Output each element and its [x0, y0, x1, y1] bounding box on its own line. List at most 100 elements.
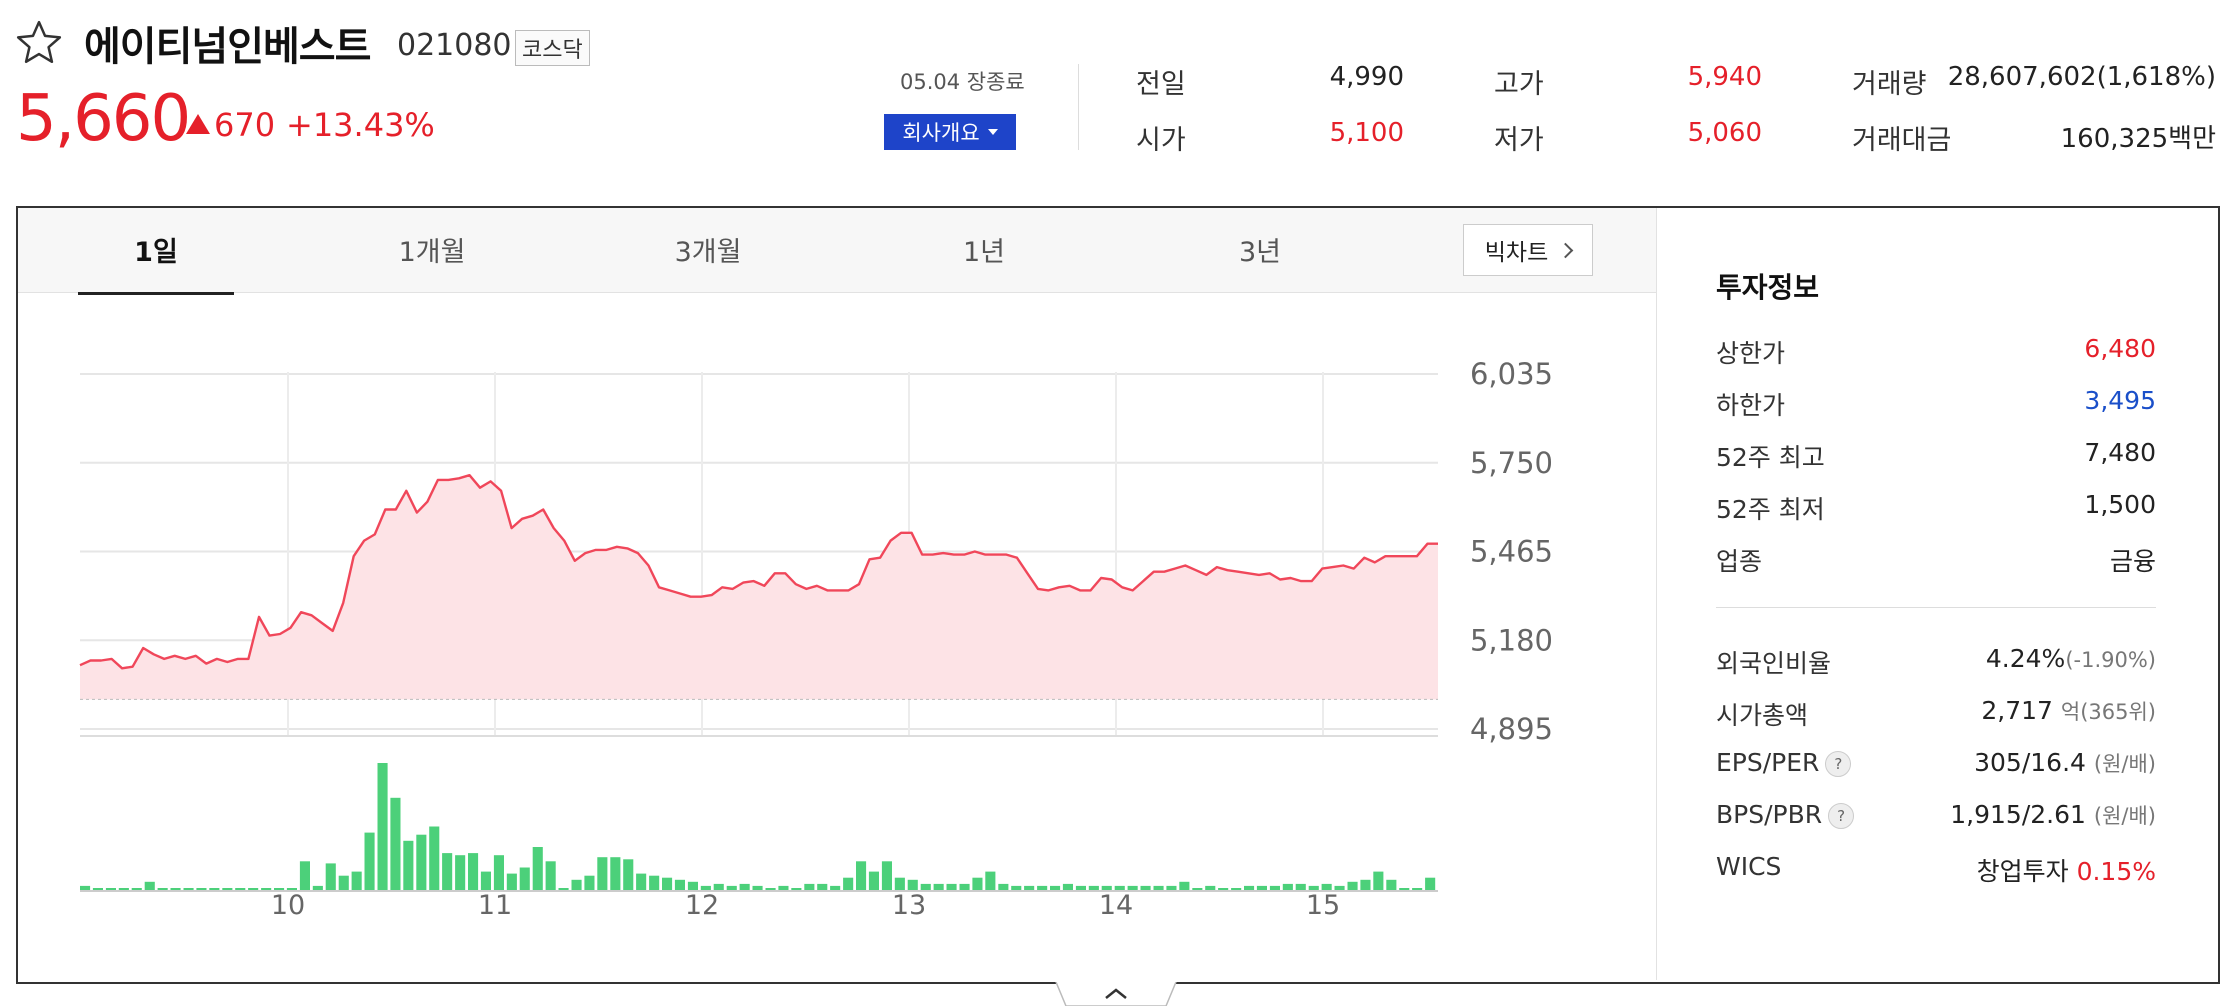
- volume-bar: [584, 875, 595, 890]
- volume-bar: [80, 885, 91, 890]
- volume-bar: [118, 888, 129, 890]
- tab-1day[interactable]: 1일: [81, 230, 231, 269]
- volume-bar: [894, 877, 905, 890]
- panel-divider: [1656, 208, 1657, 980]
- volume-bar: [1011, 885, 1022, 890]
- volume-bar: [325, 863, 336, 890]
- volume-bar: [312, 885, 323, 890]
- volume-bar: [248, 888, 259, 890]
- caret-down-icon: [987, 129, 998, 135]
- volume-bar: [1075, 885, 1086, 890]
- x-tick-label: 14: [1099, 890, 1133, 921]
- eps-per-unit: (원/배): [2093, 752, 2156, 776]
- volume-bar: [545, 861, 556, 890]
- volume-bars: [80, 763, 1436, 890]
- foreign-ratio-value: 4.24%(-1.90%): [1986, 644, 2156, 673]
- low-value: 5,060: [1687, 118, 1762, 148]
- tab-1year[interactable]: 1년: [909, 230, 1059, 269]
- market-cap-label: 시가총액: [1716, 701, 1809, 730]
- eps-per-label: EPS/PER: [1716, 748, 1820, 777]
- company-overview-button[interactable]: 회사개요: [884, 114, 1016, 150]
- volume-bar: [338, 875, 349, 890]
- volume-bar: [1062, 883, 1073, 890]
- price-chart[interactable]: 6,035 5,750 5,465 5,180 4,895 10 11 12 13 14 15: [18, 296, 1656, 978]
- volume-bar: [662, 877, 673, 890]
- tab-3month[interactable]: 3개월: [633, 230, 783, 269]
- high-label: 고가: [1494, 69, 1544, 100]
- high-value: 5,940: [1687, 62, 1762, 92]
- volume-bar: [1192, 888, 1203, 890]
- volume-bar: [1166, 885, 1177, 890]
- volume-bar: [791, 888, 802, 890]
- volume-bar: [105, 888, 116, 890]
- upper-limit-value: 6,480: [2084, 334, 2156, 363]
- active-tab-indicator: [78, 292, 234, 295]
- volume-bar: [480, 871, 491, 890]
- volume-bar: [377, 763, 388, 890]
- volume-bar: [649, 875, 660, 890]
- favorite-star-icon[interactable]: [14, 18, 64, 68]
- volume-bar: [131, 888, 142, 890]
- volume-bar: [455, 855, 466, 890]
- high52-label: 52주 최고: [1716, 443, 1825, 472]
- volume-bar: [429, 826, 440, 890]
- wics-change: 0.15%: [2076, 857, 2156, 886]
- big-chart-label: 빅차트: [1484, 240, 1549, 266]
- volume-bar: [390, 797, 401, 890]
- volume-bar: [1425, 877, 1436, 890]
- volume-bar: [1412, 888, 1423, 890]
- tab-3year[interactable]: 3년: [1185, 230, 1335, 269]
- volume-bar: [636, 873, 647, 890]
- volume-bar: [752, 885, 763, 890]
- price-area: [80, 475, 1438, 700]
- volume-bar: [1153, 885, 1164, 890]
- market-cap-value: 2,717 억(365위): [1981, 696, 2156, 726]
- volume-bar: [1256, 885, 1267, 890]
- wics-value: 창업투자 0.15%: [1977, 852, 2156, 888]
- help-icon[interactable]: ?: [1825, 751, 1852, 777]
- help-icon[interactable]: ?: [1828, 803, 1855, 829]
- volume-value: 28,607,602(1,618%): [1947, 62, 2216, 92]
- foreign-ratio: 4.24%: [1985, 644, 2066, 673]
- current-price: 5,660: [16, 82, 191, 156]
- volume-bar: [933, 883, 944, 890]
- volume-bar: [403, 840, 414, 890]
- market-close-time: 05.04 장종료: [900, 70, 1025, 94]
- volume-bar: [532, 847, 543, 890]
- volume-label: 거래량: [1852, 69, 1927, 100]
- eps-per: 305/16.4: [1974, 748, 2086, 777]
- eps-per-label-row: EPS/PER?: [1716, 748, 1852, 777]
- tab-1month[interactable]: 1개월: [357, 230, 507, 269]
- bps-pbr-label-row: BPS/PBR?: [1716, 800, 1855, 829]
- prev-close-label: 전일: [1136, 69, 1186, 100]
- volume-bar: [1360, 879, 1371, 890]
- volume-bar: [1244, 885, 1255, 890]
- market-cap: 2,717: [1981, 696, 2053, 725]
- up-arrow-icon: [186, 114, 210, 134]
- foreign-ratio-change: (-1.90%): [2065, 648, 2156, 672]
- y-tick-label: 5,180: [1470, 623, 1553, 657]
- volume-bar: [610, 857, 621, 890]
- volume-bar: [1037, 885, 1048, 890]
- collapse-toggle[interactable]: [1052, 982, 1180, 1006]
- wics-sector[interactable]: 창업투자: [1977, 857, 2069, 886]
- open-label: 시가: [1136, 125, 1186, 156]
- volume-bar: [416, 834, 427, 890]
- stock-name: 에이티넘인베스트: [84, 24, 371, 70]
- volume-bar: [144, 881, 155, 890]
- market-badge: 코스닥: [515, 30, 590, 66]
- volume-bar: [1140, 885, 1151, 890]
- lower-limit-label: 하한가: [1716, 391, 1786, 420]
- x-tick-label: 10: [271, 890, 305, 921]
- market-cap-unit: 억(365위): [2060, 700, 2156, 724]
- volume-bar: [1282, 883, 1293, 890]
- y-tick-label: 5,750: [1470, 446, 1553, 480]
- volume-bar: [519, 867, 530, 890]
- volume-bar: [972, 877, 983, 890]
- y-tick-label: 4,895: [1470, 712, 1553, 746]
- industry-value[interactable]: 금융: [2110, 542, 2156, 578]
- volume-bar: [183, 888, 194, 890]
- volume-bar: [92, 888, 103, 890]
- chevron-right-icon: [1557, 242, 1574, 258]
- big-chart-button[interactable]: 빅차트: [1463, 224, 1593, 276]
